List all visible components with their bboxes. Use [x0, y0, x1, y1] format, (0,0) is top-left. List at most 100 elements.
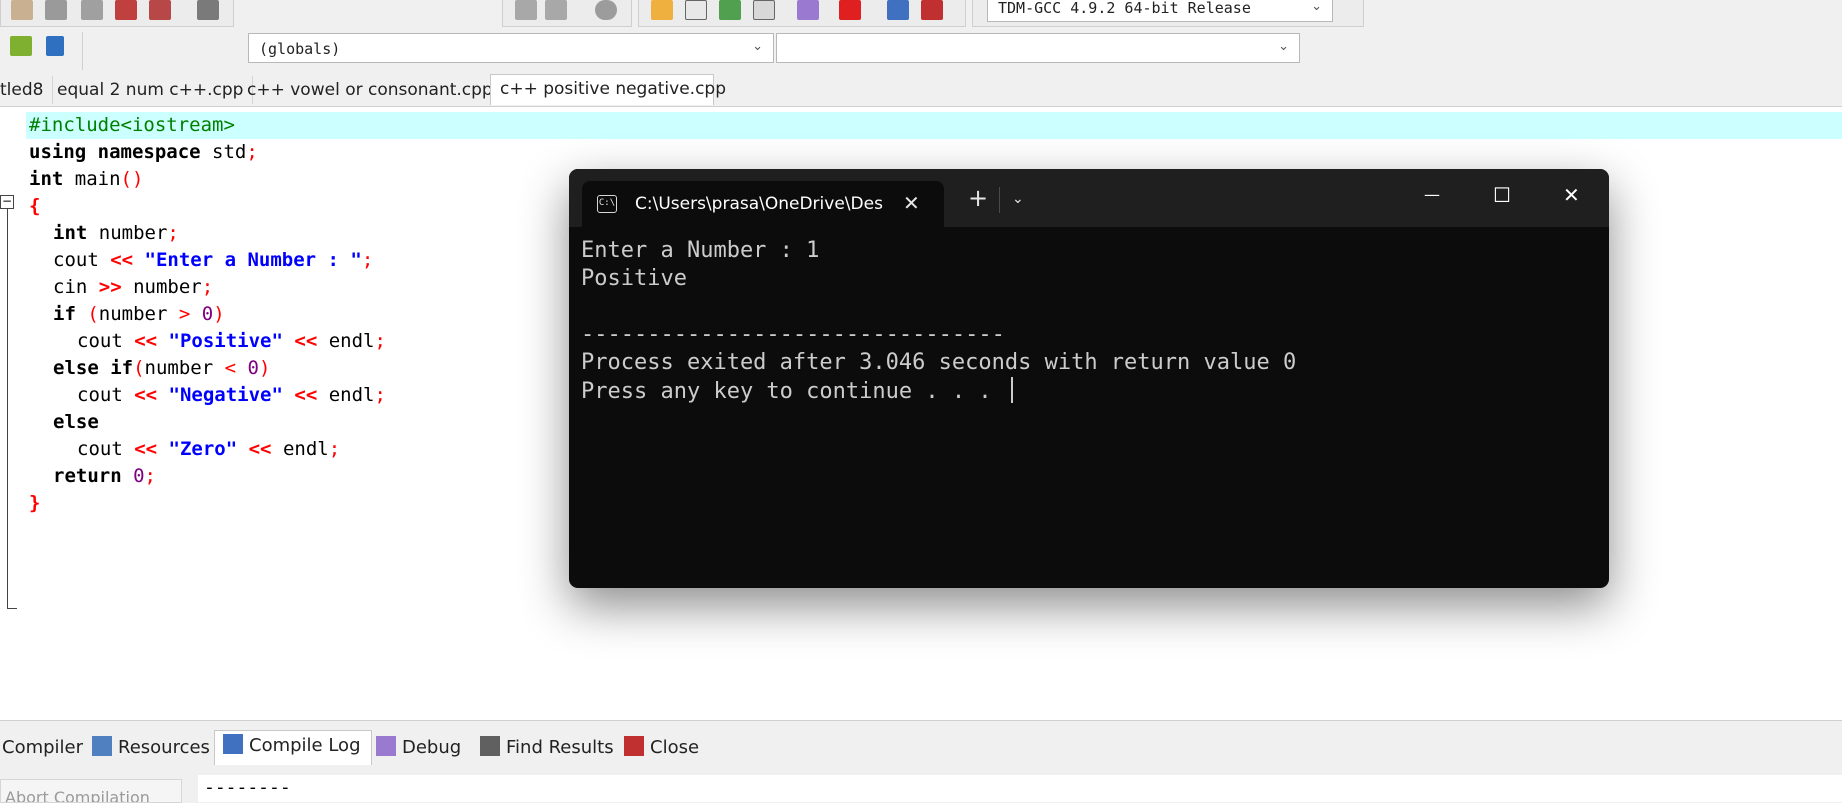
terminal-output[interactable]: Enter a Number : 1 Positive --------------… [581, 237, 1296, 406]
code-token: << [282, 384, 318, 406]
tab-equal-2-num[interactable]: equal 2 num c++.cpp [48, 76, 254, 104]
code-token: << [237, 438, 272, 460]
save-icon[interactable] [45, 0, 67, 20]
tab-compiler[interactable]: Compiler [2, 733, 83, 763]
tab-find-results[interactable]: Find Results [480, 733, 614, 763]
code-token: using namespace [29, 141, 201, 163]
code-line-7: cin >> number; [53, 274, 213, 301]
search-icon[interactable] [595, 0, 617, 20]
code-line-2: using namespace std; [29, 139, 258, 166]
code-token: number [98, 303, 179, 325]
save-all-icon[interactable] [81, 0, 103, 20]
profile-icon[interactable] [887, 0, 909, 20]
toolbar-compile-group [638, 0, 966, 27]
close-window-icon[interactable]: ✕ [1563, 183, 1580, 207]
code-line-12: else [53, 409, 99, 436]
code-token: ; [167, 222, 179, 244]
code-token: > [178, 303, 191, 325]
code-token: << [134, 384, 158, 406]
tab-label: c++ positive negative.cpp [500, 79, 727, 99]
ide-toolbar: TDM-GCC 4.9.2 64-bit Release ⌄ (globals)… [0, 0, 1842, 72]
code-line-9: cout << "Positive" << endl; [77, 328, 386, 355]
toggle-bookmark-icon[interactable] [11, 0, 33, 20]
abort-compile-icon[interactable] [839, 0, 861, 20]
terminal-line: -------------------------------- [581, 322, 1005, 347]
code-token: ; [374, 384, 386, 406]
run-icon[interactable] [685, 0, 707, 20]
tab-compile-log[interactable]: Compile Log [214, 730, 372, 765]
code-token: ) [258, 357, 271, 379]
code-token: } [29, 492, 41, 514]
code-token: ( [75, 303, 99, 325]
close-file-icon[interactable] [115, 0, 137, 20]
fold-toggle-icon[interactable]: − [0, 195, 14, 209]
tab-label: Resources [118, 737, 210, 758]
scope-select[interactable]: (globals) ⌄ [248, 33, 774, 63]
code-token: ; [374, 330, 386, 352]
text-cursor [1010, 377, 1013, 403]
terminal-tab[interactable]: C:\ C:\Users\prasa\OneDrive\Des ✕ [582, 181, 944, 227]
tab-label: tled8 [0, 80, 44, 100]
code-line-3: int main() [29, 166, 143, 193]
chevron-down-icon: ⌄ [752, 39, 763, 54]
compile-icon[interactable] [651, 0, 673, 20]
code-token: << [110, 249, 134, 271]
code-token: ) [213, 303, 225, 325]
code-token: ; [201, 276, 214, 298]
code-token: int [29, 168, 64, 190]
maximize-icon[interactable]: ☐ [1493, 183, 1511, 207]
tab-vowel-consonant[interactable]: c++ vowel or consonant.cpp [238, 76, 503, 104]
goto-icon[interactable] [10, 36, 32, 56]
chevron-down-icon: ⌄ [1311, 0, 1322, 14]
rebuild-all-icon[interactable] [753, 0, 775, 20]
close-tab-icon[interactable]: ✕ [903, 191, 920, 215]
compiler-select-value: TDM-GCC 4.9.2 64-bit Release [998, 0, 1251, 17]
abort-compilation-button[interactable]: Abort Compilation [0, 779, 182, 803]
tab-positive-negative[interactable]: c++ positive negative.cpp [490, 74, 726, 105]
tab-debug[interactable]: Debug [376, 733, 461, 763]
delete-profile-icon[interactable] [921, 0, 943, 20]
tab-resources[interactable]: Resources [92, 733, 210, 763]
toolbar-file-group [0, 0, 234, 27]
code-token: cout [77, 438, 135, 460]
code-line-10: else if(number < 0) [53, 355, 270, 382]
chevron-down-icon: ⌄ [1278, 39, 1289, 54]
close-all-icon[interactable] [149, 0, 171, 20]
new-tab-icon[interactable]: + [968, 186, 988, 210]
tab-close[interactable]: Close [624, 733, 699, 763]
code-line-14: return 0; [53, 463, 156, 490]
redo-icon[interactable] [545, 0, 567, 20]
code-token: else if [53, 357, 134, 379]
code-token: number [121, 276, 202, 298]
terminal-window[interactable]: C:\ C:\Users\prasa\OneDrive\Des ✕ + ⌄ — … [569, 169, 1609, 588]
bar-chart-icon [223, 734, 243, 754]
code-token: endl [317, 330, 375, 352]
code-line-5: int number; [53, 220, 179, 247]
tab-label: Debug [402, 737, 462, 758]
terminal-line: Enter a Number : 1 [581, 238, 820, 263]
symbol-select[interactable]: ⌄ [776, 33, 1300, 63]
code-line-13: cout << "Zero" << endl; [77, 436, 340, 463]
tab-label: c++ vowel or consonant.cpp [247, 80, 493, 100]
syntax-check-icon[interactable] [797, 0, 819, 20]
compiler-select[interactable]: TDM-GCC 4.9.2 64-bit Release ⌄ [987, 0, 1333, 22]
terminal-tab-title: C:\Users\prasa\OneDrive\Des [635, 194, 883, 214]
terminal-titlebar[interactable]: C:\ C:\Users\prasa\OneDrive\Des ✕ + ⌄ — … [569, 169, 1609, 227]
tab-untitled8[interactable]: tled8 [0, 76, 54, 104]
code-token: return [53, 465, 122, 487]
print-icon[interactable] [197, 0, 219, 20]
undo-icon[interactable] [515, 0, 537, 20]
code-line-8: if (number > 0) [53, 301, 225, 328]
code-token: ( [133, 357, 145, 379]
titlebar-divider [999, 187, 1000, 213]
chevron-down-icon[interactable]: ⌄ [1012, 191, 1024, 207]
tab-label: Compile Log [249, 735, 361, 756]
code-token: endl [317, 384, 375, 406]
compile-run-icon[interactable] [719, 0, 741, 20]
code-token: number [144, 357, 225, 379]
minimize-icon[interactable]: — [1424, 185, 1440, 204]
toolbar-edit-group [502, 0, 632, 27]
code-token: << [134, 330, 158, 352]
code-line-11: cout << "Negative" << endl; [77, 382, 386, 409]
bookmark-icon[interactable] [46, 36, 64, 56]
